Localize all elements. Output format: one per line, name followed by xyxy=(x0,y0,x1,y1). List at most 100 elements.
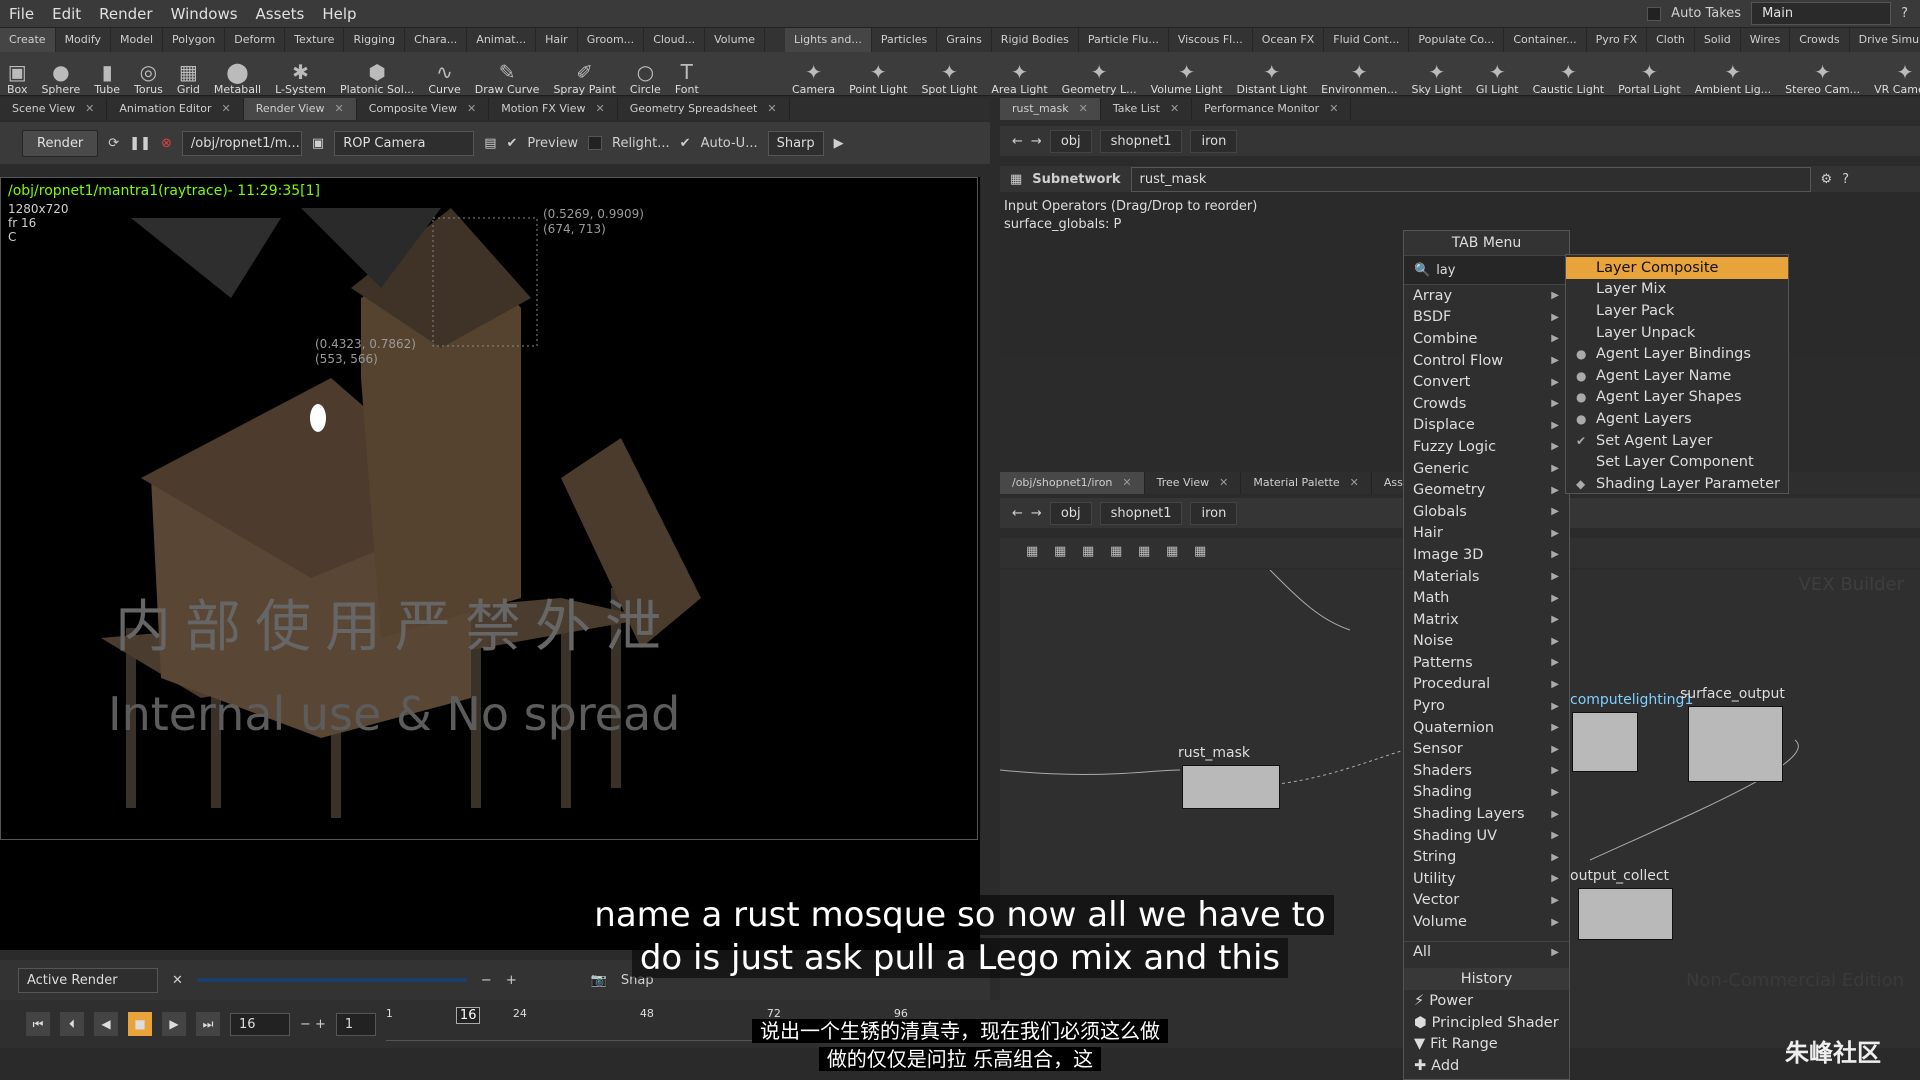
render-slider[interactable] xyxy=(196,978,467,982)
tab-menu-category[interactable]: Combine ▶ xyxy=(1404,328,1569,350)
history-item[interactable]: ⚡ Power xyxy=(1404,990,1569,1012)
close-icon[interactable]: ✕ xyxy=(1350,476,1359,489)
submenu-item[interactable]: Layer Unpack xyxy=(1566,322,1788,344)
pause-icon[interactable]: ❚❚ xyxy=(129,136,151,151)
tab-menu-category[interactable]: Noise ▶ xyxy=(1404,631,1569,653)
table-icon[interactable]: ▦ xyxy=(1054,544,1066,559)
crumb-obj[interactable]: obj xyxy=(1049,129,1092,153)
input-op-item[interactable]: surface_globals: P xyxy=(1004,216,1257,234)
pane-tab[interactable]: Render View ✕ xyxy=(243,98,357,120)
back-arrow-icon[interactable]: ← xyxy=(1012,134,1023,149)
tab-menu-category[interactable]: Shading Layers ▶ xyxy=(1404,803,1569,825)
tab-menu-category[interactable]: Displace ▶ xyxy=(1404,415,1569,437)
tool-camera[interactable]: ✦ Camera xyxy=(785,52,842,96)
crumb-shopnet[interactable]: shopnet1 xyxy=(1099,129,1183,153)
relight-checkbox[interactable] xyxy=(588,136,602,150)
tab-menu-category[interactable]: Utility ▶ xyxy=(1404,868,1569,890)
pane-tab[interactable]: Composite View ✕ xyxy=(357,98,490,120)
tool-vr-camera[interactable]: ✦VR Camera xyxy=(1867,52,1920,96)
tool-curve[interactable]: ∿ Curve xyxy=(421,52,467,96)
shelf-tab[interactable]: Solid xyxy=(1695,28,1741,52)
shelf-tab[interactable]: Hair xyxy=(536,28,578,52)
pane-tab[interactable]: Take List ✕ xyxy=(1101,98,1193,120)
pane-tab[interactable]: Animation Editor ✕ xyxy=(107,98,244,120)
tab-menu-category[interactable]: Matrix ▶ xyxy=(1404,609,1569,631)
menu-render[interactable]: Render xyxy=(90,5,161,23)
search-input[interactable]: lay xyxy=(1436,263,1455,278)
menu-edit[interactable]: Edit xyxy=(43,5,90,23)
shelf-tab[interactable]: Drive Simu... xyxy=(1850,28,1920,52)
crumb-iron[interactable]: iron xyxy=(1190,129,1238,153)
tool-point-light[interactable]: ✦ Point Light xyxy=(842,52,914,96)
tab-menu-category[interactable]: Sensor ▶ xyxy=(1404,738,1569,760)
close-icon[interactable]: ✕ xyxy=(1079,102,1088,115)
camera-select[interactable]: ROP Camera xyxy=(334,130,475,156)
shelf-tab[interactable]: Container... xyxy=(1504,28,1587,52)
tool-grid[interactable]: ▦ Grid xyxy=(170,52,207,96)
shelf-tab[interactable]: Volume xyxy=(705,28,766,52)
submenu-item[interactable]: ◆ Shading Layer Parameter xyxy=(1566,473,1788,495)
tab-menu-category[interactable]: Fuzzy Logic ▶ xyxy=(1404,436,1569,458)
rop-path-select[interactable]: /obj/ropnet1/m... xyxy=(181,130,302,156)
menu-windows[interactable]: Windows xyxy=(162,5,247,23)
submenu-item[interactable]: ● Agent Layer Shapes xyxy=(1566,387,1788,409)
tool-sky-light[interactable]: ✦ Sky Light xyxy=(1404,52,1468,96)
shelf-tab[interactable]: Particles xyxy=(872,28,938,52)
tool-volume-light[interactable]: ✦ Volume Light xyxy=(1144,52,1230,96)
note-icon[interactable]: ▦ xyxy=(1166,544,1178,559)
shelf-tab[interactable]: Fluid Cont... xyxy=(1324,28,1410,52)
tool-area-light[interactable]: ✦ Area Light xyxy=(984,52,1054,96)
tab-menu-category[interactable]: Image 3D ▶ xyxy=(1404,544,1569,566)
shelf-tab[interactable]: Animat... xyxy=(467,28,537,52)
camera-pick-icon[interactable]: ▣ xyxy=(312,136,324,151)
submenu-item[interactable]: Layer Mix xyxy=(1566,279,1788,301)
tool-torus[interactable]: ◎ Torus xyxy=(127,52,170,96)
shelf-tab[interactable]: Ocean FX xyxy=(1253,28,1325,52)
menu-file[interactable]: File xyxy=(0,5,43,23)
help-icon[interactable]: ? xyxy=(1901,6,1908,21)
submenu-item[interactable]: Set Layer Component xyxy=(1566,451,1788,473)
tool-font[interactable]: T Font xyxy=(668,52,706,96)
tool-stereo-cam[interactable]: ✦ Stereo Cam... xyxy=(1778,52,1867,96)
pane-tab[interactable]: rust_mask ✕ xyxy=(1000,98,1101,120)
close-icon[interactable]: ✕ xyxy=(467,102,476,115)
list-icon[interactable]: ▦ xyxy=(1026,544,1038,559)
grid-icon[interactable]: ▦ xyxy=(1110,544,1122,559)
tab-menu-category[interactable]: Math ▶ xyxy=(1404,587,1569,609)
tab-menu-category[interactable]: Shaders ▶ xyxy=(1404,760,1569,782)
tab-menu-category[interactable]: Procedural ▶ xyxy=(1404,674,1569,696)
shelf-tab[interactable]: Populate Co... xyxy=(1409,28,1505,52)
close-icon[interactable]: ✕ xyxy=(596,102,605,115)
tool-circle[interactable]: ○ Circle xyxy=(623,52,668,96)
submenu-item[interactable]: ● Agent Layer Name xyxy=(1566,365,1788,387)
pane-tab[interactable]: Performance Monitor ✕ xyxy=(1192,98,1352,120)
tool-spot-light[interactable]: ✦ Spot Light xyxy=(914,52,984,96)
shelf-tab[interactable]: Groom... xyxy=(578,28,645,52)
forward-arrow-icon[interactable]: → xyxy=(1031,134,1042,149)
gear-icon[interactable]: ⚙ xyxy=(1821,172,1833,187)
pane-tab[interactable]: Geometry Spreadsheet ✕ xyxy=(618,98,790,120)
pane-tab[interactable]: Motion FX View ✕ xyxy=(489,98,618,120)
tab-menu-category[interactable]: Generic ▶ xyxy=(1404,458,1569,480)
shelf-tab[interactable]: Create xyxy=(0,28,56,52)
submenu-item[interactable]: Layer Pack xyxy=(1566,300,1788,322)
tool-platonic[interactable]: ⬢ Platonic Sol... xyxy=(333,52,421,96)
close-icon[interactable]: ✕ xyxy=(1219,476,1228,489)
folder-icon[interactable]: ▦ xyxy=(1194,544,1206,559)
close-icon[interactable]: ✕ xyxy=(1170,102,1179,115)
render-button[interactable]: Render xyxy=(22,129,99,157)
shelf-tab[interactable]: Crowds xyxy=(1790,28,1850,52)
tab-menu-category[interactable]: Materials ▶ xyxy=(1404,566,1569,588)
shelf-tab[interactable]: Model xyxy=(111,28,164,52)
shelf-tab[interactable]: Texture xyxy=(285,28,345,52)
shelf-tab[interactable]: Cloth xyxy=(1647,28,1695,52)
close-icon[interactable]: ✕ xyxy=(334,102,343,115)
shelf-tab[interactable]: Modify xyxy=(56,28,112,52)
shelf-tab[interactable]: Wires xyxy=(1741,28,1791,52)
tab-menu-category[interactable]: Quaternion ▶ xyxy=(1404,717,1569,739)
desktop-select[interactable]: Main xyxy=(1751,2,1892,25)
tab-menu-category[interactable]: Shading ▶ xyxy=(1404,782,1569,804)
shelf-tab[interactable]: Cloud... xyxy=(644,28,706,52)
pane-tab[interactable]: Tree View ✕ xyxy=(1145,472,1242,494)
close-icon[interactable]: ✕ xyxy=(85,102,94,115)
